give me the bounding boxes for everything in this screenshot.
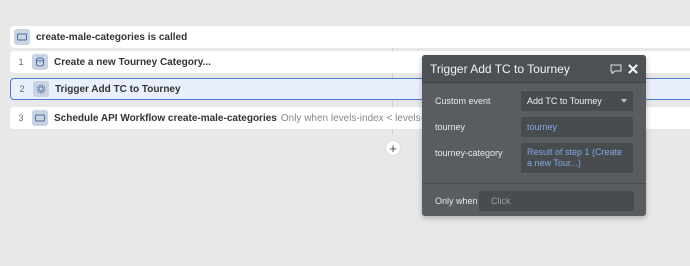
add-step-button[interactable]: + [385, 140, 401, 156]
event-row[interactable]: create-male-categories is called [10, 26, 690, 48]
panel-title: Trigger Add TC to Tourney [430, 61, 570, 76]
step-label: Create a new Tourney Category... [54, 56, 211, 68]
gear-icon [33, 81, 49, 97]
step-number: 1 [18, 57, 24, 67]
custom-event-label: Custom event [435, 96, 491, 106]
step-number: 3 [18, 113, 24, 123]
tourney-label: tourney [435, 122, 466, 132]
tourney-field[interactable]: tourney [521, 117, 633, 137]
custom-event-select[interactable]: Add TC to Tourney [521, 91, 633, 111]
step-condition: Only when levels-index < levels-total [280, 112, 443, 124]
tourney-category-field[interactable]: Result of step 1 (Create a new Tour...) [521, 143, 633, 173]
comment-icon[interactable] [610, 64, 622, 74]
workflow-icon [32, 110, 48, 126]
only-when-label: Only when [435, 196, 478, 206]
event-title: create-male-categories is called [36, 31, 188, 43]
database-icon [32, 54, 48, 70]
only-when-input[interactable]: Click [479, 191, 634, 211]
step-label: Schedule API Workflow create-male-catego… [54, 112, 277, 124]
property-editor-panel: Trigger Add TC to Tourney Custom event A… [422, 55, 646, 216]
only-when-placeholder: Click [491, 196, 511, 206]
tourney-category-value: Result of step 1 (Create a new Tour...) [527, 147, 623, 168]
tourney-value: tourney [527, 122, 558, 132]
event-icon [14, 29, 30, 45]
panel-header[interactable]: Trigger Add TC to Tourney [422, 55, 646, 83]
close-icon[interactable] [628, 63, 638, 74]
step-label: Trigger Add TC to Tourney [55, 83, 181, 95]
step-number: 2 [19, 84, 25, 94]
tourney-category-label: tourney-category [435, 148, 503, 158]
custom-event-value: Add TC to Tourney [527, 96, 602, 106]
chevron-down-icon [621, 99, 627, 103]
panel-divider [422, 183, 646, 184]
